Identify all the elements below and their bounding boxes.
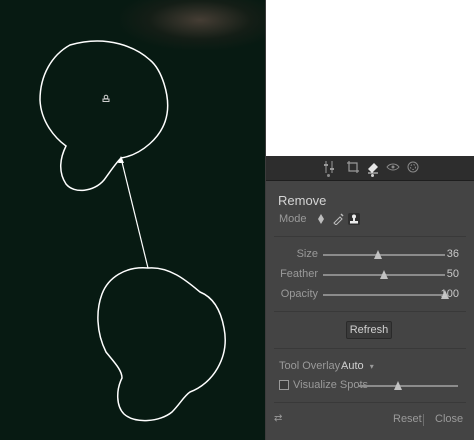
clone-stamp-icon[interactable] bbox=[348, 213, 360, 225]
tool-indicator-dot bbox=[327, 174, 330, 177]
chevron-down-icon: ▾ bbox=[369, 362, 374, 371]
divider bbox=[274, 236, 466, 237]
feather-slider-thumb[interactable] bbox=[380, 270, 388, 279]
active-tool-dot bbox=[371, 174, 374, 177]
tool-overlay-value: Auto bbox=[341, 360, 364, 372]
stamp-pin-icon[interactable] bbox=[102, 94, 110, 102]
tool-overlay-select[interactable]: Auto ▾ bbox=[341, 360, 374, 372]
tool-overlay-label: Tool Overlay : bbox=[279, 360, 347, 372]
crop-icon[interactable] bbox=[346, 160, 360, 174]
reset-button[interactable]: Reset bbox=[393, 413, 422, 425]
visualize-spots-checkbox[interactable] bbox=[279, 380, 289, 390]
size-slider-thumb[interactable] bbox=[373, 250, 382, 259]
divider bbox=[274, 402, 466, 403]
feather-slider[interactable] bbox=[323, 270, 445, 279]
panel-footer: ⇄ Reset Close bbox=[266, 406, 474, 440]
spot-overlay[interactable] bbox=[0, 0, 265, 440]
visualize-spots-slider[interactable] bbox=[358, 381, 458, 390]
brush-icon[interactable] bbox=[332, 213, 344, 226]
size-label: Size bbox=[296, 248, 318, 260]
mask-icon[interactable] bbox=[406, 160, 420, 174]
footer-separator bbox=[423, 414, 424, 426]
opacity-value[interactable]: 100 bbox=[437, 288, 459, 300]
panel-title: Remove bbox=[278, 193, 327, 208]
size-slider[interactable] bbox=[323, 250, 445, 259]
source-spot-outline[interactable] bbox=[39, 40, 169, 192]
target-spot-outline[interactable] bbox=[97, 267, 226, 422]
spot-connector-line bbox=[120, 157, 149, 269]
opacity-slider[interactable] bbox=[323, 290, 449, 299]
eraser-icon[interactable] bbox=[366, 160, 380, 174]
feather-label: Feather bbox=[280, 268, 318, 280]
remove-panel: Remove Mode Size 36 Feather 50 Opacity 1… bbox=[266, 156, 474, 440]
divider bbox=[274, 311, 466, 312]
photo-canvas[interactable] bbox=[0, 0, 266, 440]
mode-label: Mode bbox=[279, 213, 307, 225]
visualize-spots-thumb[interactable] bbox=[394, 381, 402, 390]
double-arrow-icon[interactable]: ⇄ bbox=[274, 413, 282, 424]
tool-strip bbox=[266, 156, 474, 181]
feather-value[interactable]: 50 bbox=[437, 268, 459, 280]
opacity-label: Opacity bbox=[280, 288, 318, 300]
refresh-button[interactable]: Refresh bbox=[346, 321, 392, 339]
sliders-icon[interactable] bbox=[323, 160, 337, 174]
close-button[interactable]: Close bbox=[435, 413, 463, 425]
size-value[interactable]: 36 bbox=[437, 248, 459, 260]
divider bbox=[274, 348, 466, 349]
redeye-icon[interactable] bbox=[386, 160, 400, 174]
heal-icon[interactable] bbox=[315, 213, 327, 225]
visualize-spots-label: Visualize Spots bbox=[293, 379, 369, 391]
